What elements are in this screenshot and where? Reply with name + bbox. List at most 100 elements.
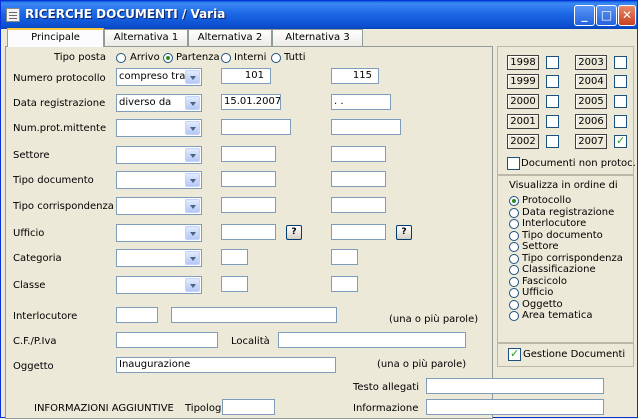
tipo-documento-operator[interactable] — [116, 171, 202, 189]
ufficio-to-help-button[interactable]: ? — [396, 225, 412, 240]
settore-label: Settore — [13, 150, 50, 161]
numero-protocollo-to[interactable]: 115 — [331, 68, 379, 84]
radio-interni[interactable] — [221, 53, 231, 63]
tab-alternativa-2[interactable]: Alternativa 2 — [188, 29, 272, 46]
gestione-documenti-checkbox[interactable] — [508, 347, 521, 361]
order-radio-oggetto[interactable] — [509, 300, 519, 310]
order-radio-tipo-corrispondenza[interactable] — [509, 254, 519, 264]
year-checkbox-2003[interactable] — [614, 56, 627, 69]
ufficio-from[interactable] — [221, 224, 276, 240]
order-radio-protocollo[interactable] — [509, 196, 519, 206]
oggetto-input[interactable]: Inaugurazione — [116, 357, 336, 373]
order-radio-data-registrazione[interactable] — [509, 208, 519, 218]
year-checkbox-2007[interactable] — [614, 134, 627, 148]
tipo-corrispondenza-to[interactable] — [331, 197, 386, 213]
tipo-corrispondenza-from[interactable] — [221, 197, 276, 213]
chevron-down-icon — [185, 173, 200, 187]
classe-operator[interactable] — [116, 276, 202, 294]
year-button-1999[interactable]: 1999 — [507, 74, 539, 89]
year-checkbox-2002[interactable] — [546, 135, 559, 148]
year-button-2003[interactable]: 2003 — [575, 55, 607, 70]
year-checkbox-1999[interactable] — [546, 75, 559, 88]
year-checkbox-2005[interactable] — [614, 95, 627, 108]
year-button-2007[interactable]: 2007 — [575, 134, 607, 149]
year-button-2000[interactable]: 2000 — [507, 94, 539, 109]
order-label-interlocutore: Interlocutore — [522, 218, 587, 229]
radio-partenza[interactable] — [163, 53, 173, 63]
year-checkbox-2006[interactable] — [614, 115, 627, 128]
order-radio-tipo-documento[interactable] — [509, 231, 519, 241]
chevron-down-icon — [185, 121, 200, 135]
numero-protocollo-from[interactable]: 101 — [221, 68, 271, 84]
order-radio-classificazione[interactable] — [509, 265, 519, 275]
maximize-button[interactable]: □ — [596, 5, 617, 26]
testo-allegati-input[interactable] — [426, 378, 604, 394]
categoria-operator[interactable] — [116, 249, 202, 267]
chevron-down-icon — [185, 148, 200, 162]
categoria-from[interactable] — [221, 249, 248, 265]
radio-arrivo[interactable] — [116, 53, 126, 63]
interlocutore-name-input[interactable] — [171, 307, 337, 323]
testo-allegati-label: Testo allegati — [353, 382, 420, 393]
ufficio-to[interactable] — [331, 224, 386, 240]
order-radio-fascicolo[interactable] — [509, 277, 519, 287]
classe-label: Classe — [13, 280, 46, 291]
data-registrazione-operator[interactable]: diverso da — [116, 94, 202, 112]
cf-piva-input[interactable] — [116, 332, 218, 348]
informazione-label: Informazione — [353, 403, 419, 414]
tipo-posta-label: Tipo posta — [54, 52, 106, 63]
tipo-corrispondenza-operator[interactable] — [116, 197, 202, 215]
interlocutore-code-input[interactable] — [116, 307, 158, 323]
close-button[interactable]: ✕ — [618, 5, 636, 26]
ufficio-from-help-button[interactable]: ? — [286, 225, 302, 240]
classe-from[interactable] — [221, 276, 248, 292]
tipologia-input[interactable] — [222, 399, 275, 415]
numero-protocollo-label: Numero protocollo — [13, 73, 106, 84]
year-button-2002[interactable]: 2002 — [507, 134, 539, 149]
year-button-1998[interactable]: 1998 — [507, 55, 539, 70]
year-button-2001[interactable]: 2001 — [507, 114, 539, 129]
order-radio-area-tematica[interactable] — [509, 311, 519, 321]
year-button-2004[interactable]: 2004 — [575, 74, 607, 89]
chevron-down-icon — [185, 226, 200, 240]
oggetto-label: Oggetto — [13, 361, 54, 372]
data-registrazione-to[interactable]: . . — [331, 94, 391, 110]
order-radio-interlocutore[interactable] — [509, 219, 519, 229]
tipo-documento-to[interactable] — [331, 171, 386, 187]
order-label-fascicolo: Fascicolo — [522, 276, 567, 287]
tab-alternativa-3[interactable]: Alternativa 3 — [272, 29, 363, 46]
order-radio-settore[interactable] — [509, 242, 519, 252]
minimize-button[interactable]: _ — [574, 5, 595, 26]
settore-to[interactable] — [331, 146, 386, 162]
order-radio-ufficio[interactable] — [509, 288, 519, 298]
tab-alternativa-1[interactable]: Alternativa 1 — [104, 29, 188, 46]
year-checkbox-2001[interactable] — [546, 115, 559, 128]
informazioni-aggiuntive-label: INFORMAZIONI AGGIUNTIVE — [34, 403, 174, 414]
order-title: Visualizza in ordine di — [509, 180, 618, 191]
num-prot-mittente-to[interactable] — [331, 119, 401, 135]
radio-tutti[interactable] — [271, 53, 281, 63]
settore-operator[interactable] — [116, 146, 202, 164]
classe-to[interactable] — [331, 276, 358, 292]
tab-principale[interactable]: Principale — [7, 28, 104, 47]
localita-input[interactable] — [278, 332, 466, 348]
tipo-documento-label: Tipo documento — [13, 175, 94, 186]
documenti-non-protoc-checkbox[interactable] — [507, 157, 520, 170]
num-prot-mittente-operator[interactable] — [116, 119, 202, 137]
data-registrazione-from[interactable]: 15.01.2007 — [221, 94, 281, 110]
interlocutore-hint: (una o più parole) — [389, 314, 479, 325]
year-button-2005[interactable]: 2005 — [575, 94, 607, 109]
num-prot-mittente-from[interactable] — [221, 119, 291, 135]
categoria-to[interactable] — [331, 249, 358, 265]
ufficio-operator[interactable] — [116, 224, 202, 242]
data-registrazione-label: Data registrazione — [13, 98, 106, 109]
informazione-input[interactable] — [426, 399, 604, 415]
settore-from[interactable] — [221, 146, 276, 162]
numero-protocollo-operator[interactable]: compreso tra — [116, 68, 202, 86]
tipo-documento-from[interactable] — [221, 171, 276, 187]
year-checkbox-2004[interactable] — [614, 75, 627, 88]
year-checkbox-2000[interactable] — [546, 95, 559, 108]
year-checkbox-1998[interactable] — [546, 56, 559, 69]
year-button-2006[interactable]: 2006 — [575, 114, 607, 129]
order-label-ufficio: Ufficio — [522, 287, 554, 298]
